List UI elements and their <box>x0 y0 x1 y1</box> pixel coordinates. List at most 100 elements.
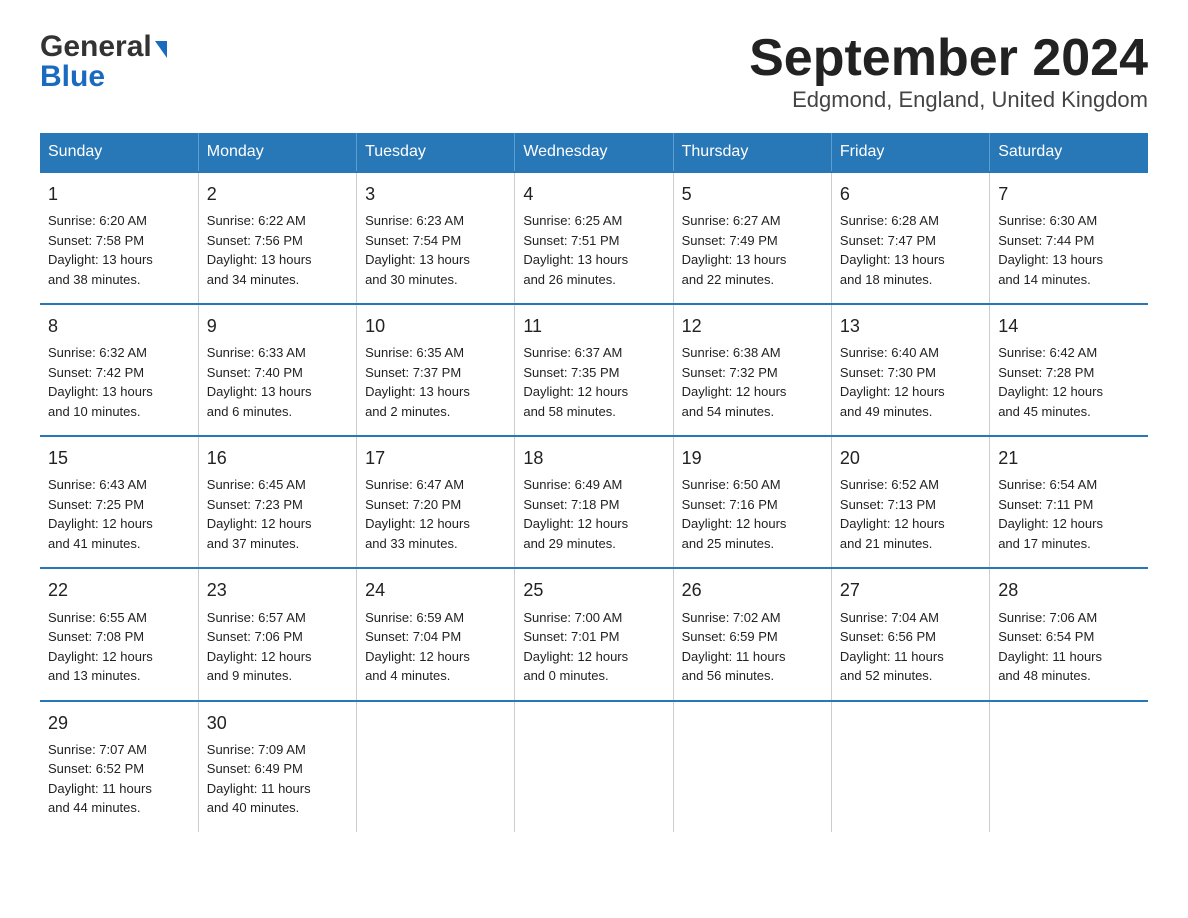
page-subtitle: Edgmond, England, United Kingdom <box>749 87 1148 113</box>
day-info: Sunrise: 6:30 AM Sunset: 7:44 PM Dayligh… <box>998 211 1140 289</box>
day-info: Sunrise: 6:55 AM Sunset: 7:08 PM Dayligh… <box>48 608 190 686</box>
calendar-cell: 6 Sunrise: 6:28 AM Sunset: 7:47 PM Daylig… <box>831 172 989 304</box>
day-info: Sunrise: 6:57 AM Sunset: 7:06 PM Dayligh… <box>207 608 348 686</box>
day-number: 21 <box>998 445 1140 471</box>
calendar-cell: 27Sunrise: 7:04 AM Sunset: 6:56 PM Dayli… <box>831 568 989 700</box>
calendar-week-row: 1Sunrise: 6:20 AM Sunset: 7:58 PM Daylig… <box>40 172 1148 304</box>
calendar-cell: 14 Sunrise: 6:42 AM Sunset: 7:28 PM Dayli… <box>990 304 1148 436</box>
logo-general: General <box>40 30 152 64</box>
calendar-cell: 22 Sunrise: 6:55 AM Sunset: 7:08 PM Dayli… <box>40 568 198 700</box>
day-number: 6 <box>840 181 981 207</box>
day-info: Sunrise: 6:22 AM Sunset: 7:56 PM Dayligh… <box>207 211 348 289</box>
calendar-cell: 4 Sunrise: 6:25 AM Sunset: 7:51 PM Daylig… <box>515 172 673 304</box>
day-info: Sunrise: 6:59 AM Sunset: 7:04 PM Dayligh… <box>365 608 506 686</box>
logo-blue: Blue <box>40 62 105 92</box>
day-number: 22 <box>48 577 190 603</box>
calendar-cell: 23 Sunrise: 6:57 AM Sunset: 7:06 PM Dayli… <box>198 568 356 700</box>
day-number: 4 <box>523 181 664 207</box>
calendar-header-tuesday: Tuesday <box>357 133 515 172</box>
calendar-header-wednesday: Wednesday <box>515 133 673 172</box>
day-info: Sunrise: 6:45 AM Sunset: 7:23 PM Dayligh… <box>207 475 348 553</box>
day-number: 27 <box>840 577 981 603</box>
day-info: Sunrise: 7:02 AM Sunset: 6:59 PM Dayligh… <box>682 608 823 686</box>
calendar-table: SundayMondayTuesdayWednesdayThursdayFrid… <box>40 133 1148 831</box>
day-number: 19 <box>682 445 823 471</box>
day-info: Sunrise: 6:38 AM Sunset: 7:32 PM Dayligh… <box>682 343 823 421</box>
calendar-cell: 20Sunrise: 6:52 AM Sunset: 7:13 PM Dayli… <box>831 436 989 568</box>
calendar-cell: 1Sunrise: 6:20 AM Sunset: 7:58 PM Daylig… <box>40 172 198 304</box>
day-number: 16 <box>207 445 348 471</box>
day-info: Sunrise: 6:43 AM Sunset: 7:25 PM Dayligh… <box>48 475 190 553</box>
calendar-header-saturday: Saturday <box>990 133 1148 172</box>
day-info: Sunrise: 6:23 AM Sunset: 7:54 PM Dayligh… <box>365 211 506 289</box>
page-title: September 2024 <box>749 30 1148 87</box>
calendar-cell <box>515 701 673 832</box>
day-info: Sunrise: 7:00 AM Sunset: 7:01 PM Dayligh… <box>523 608 664 686</box>
calendar-header-monday: Monday <box>198 133 356 172</box>
calendar-cell: 17Sunrise: 6:47 AM Sunset: 7:20 PM Dayli… <box>357 436 515 568</box>
calendar-cell: 7 Sunrise: 6:30 AM Sunset: 7:44 PM Daylig… <box>990 172 1148 304</box>
day-info: Sunrise: 6:32 AM Sunset: 7:42 PM Dayligh… <box>48 343 190 421</box>
day-info: Sunrise: 7:07 AM Sunset: 6:52 PM Dayligh… <box>48 740 190 818</box>
day-info: Sunrise: 7:06 AM Sunset: 6:54 PM Dayligh… <box>998 608 1140 686</box>
logo: General Blue <box>40 30 167 92</box>
calendar-cell: 30Sunrise: 7:09 AM Sunset: 6:49 PM Dayli… <box>198 701 356 832</box>
day-info: Sunrise: 6:25 AM Sunset: 7:51 PM Dayligh… <box>523 211 664 289</box>
calendar-cell: 2 Sunrise: 6:22 AM Sunset: 7:56 PM Daylig… <box>198 172 356 304</box>
calendar-cell <box>831 701 989 832</box>
day-number: 9 <box>207 313 348 339</box>
day-number: 15 <box>48 445 190 471</box>
calendar-cell: 13 Sunrise: 6:40 AM Sunset: 7:30 PM Dayli… <box>831 304 989 436</box>
day-number: 20 <box>840 445 981 471</box>
day-info: Sunrise: 6:37 AM Sunset: 7:35 PM Dayligh… <box>523 343 664 421</box>
day-info: Sunrise: 6:27 AM Sunset: 7:49 PM Dayligh… <box>682 211 823 289</box>
calendar-week-row: 8 Sunrise: 6:32 AM Sunset: 7:42 PM Daylig… <box>40 304 1148 436</box>
day-number: 2 <box>207 181 348 207</box>
calendar-cell: 3Sunrise: 6:23 AM Sunset: 7:54 PM Daylig… <box>357 172 515 304</box>
day-number: 28 <box>998 577 1140 603</box>
day-number: 14 <box>998 313 1140 339</box>
day-number: 7 <box>998 181 1140 207</box>
day-number: 5 <box>682 181 823 207</box>
calendar-cell: 21 Sunrise: 6:54 AM Sunset: 7:11 PM Dayli… <box>990 436 1148 568</box>
day-info: Sunrise: 6:42 AM Sunset: 7:28 PM Dayligh… <box>998 343 1140 421</box>
day-number: 11 <box>523 313 664 339</box>
day-number: 1 <box>48 181 190 207</box>
calendar-cell: 10 Sunrise: 6:35 AM Sunset: 7:37 PM Dayli… <box>357 304 515 436</box>
day-number: 17 <box>365 445 506 471</box>
calendar-cell: 24Sunrise: 6:59 AM Sunset: 7:04 PM Dayli… <box>357 568 515 700</box>
calendar-week-row: 29 Sunrise: 7:07 AM Sunset: 6:52 PM Dayli… <box>40 701 1148 832</box>
calendar-header-row: SundayMondayTuesdayWednesdayThursdayFrid… <box>40 133 1148 172</box>
day-number: 18 <box>523 445 664 471</box>
day-number: 12 <box>682 313 823 339</box>
calendar-cell: 29 Sunrise: 7:07 AM Sunset: 6:52 PM Dayli… <box>40 701 198 832</box>
day-info: Sunrise: 6:40 AM Sunset: 7:30 PM Dayligh… <box>840 343 981 421</box>
calendar-cell: 25Sunrise: 7:00 AM Sunset: 7:01 PM Dayli… <box>515 568 673 700</box>
calendar-week-row: 22 Sunrise: 6:55 AM Sunset: 7:08 PM Dayli… <box>40 568 1148 700</box>
calendar-cell <box>673 701 831 832</box>
calendar-cell: 8 Sunrise: 6:32 AM Sunset: 7:42 PM Daylig… <box>40 304 198 436</box>
day-info: Sunrise: 6:49 AM Sunset: 7:18 PM Dayligh… <box>523 475 664 553</box>
calendar-week-row: 15 Sunrise: 6:43 AM Sunset: 7:25 PM Dayli… <box>40 436 1148 568</box>
calendar-cell: 16 Sunrise: 6:45 AM Sunset: 7:23 PM Dayli… <box>198 436 356 568</box>
title-block: September 2024 Edgmond, England, United … <box>749 30 1148 113</box>
day-info: Sunrise: 6:35 AM Sunset: 7:37 PM Dayligh… <box>365 343 506 421</box>
day-number: 29 <box>48 710 190 736</box>
day-number: 23 <box>207 577 348 603</box>
calendar-cell: 18 Sunrise: 6:49 AM Sunset: 7:18 PM Dayli… <box>515 436 673 568</box>
page-header: General Blue September 2024 Edgmond, Eng… <box>40 30 1148 113</box>
day-number: 10 <box>365 313 506 339</box>
day-info: Sunrise: 6:28 AM Sunset: 7:47 PM Dayligh… <box>840 211 981 289</box>
day-number: 8 <box>48 313 190 339</box>
calendar-cell: 26 Sunrise: 7:02 AM Sunset: 6:59 PM Dayli… <box>673 568 831 700</box>
calendar-header-thursday: Thursday <box>673 133 831 172</box>
day-number: 13 <box>840 313 981 339</box>
calendar-header-sunday: Sunday <box>40 133 198 172</box>
calendar-cell: 28 Sunrise: 7:06 AM Sunset: 6:54 PM Dayli… <box>990 568 1148 700</box>
logo-triangle-icon <box>155 41 167 58</box>
day-number: 26 <box>682 577 823 603</box>
day-info: Sunrise: 6:33 AM Sunset: 7:40 PM Dayligh… <box>207 343 348 421</box>
day-info: Sunrise: 6:54 AM Sunset: 7:11 PM Dayligh… <box>998 475 1140 553</box>
calendar-cell: 11 Sunrise: 6:37 AM Sunset: 7:35 PM Dayli… <box>515 304 673 436</box>
calendar-cell: 9 Sunrise: 6:33 AM Sunset: 7:40 PM Daylig… <box>198 304 356 436</box>
